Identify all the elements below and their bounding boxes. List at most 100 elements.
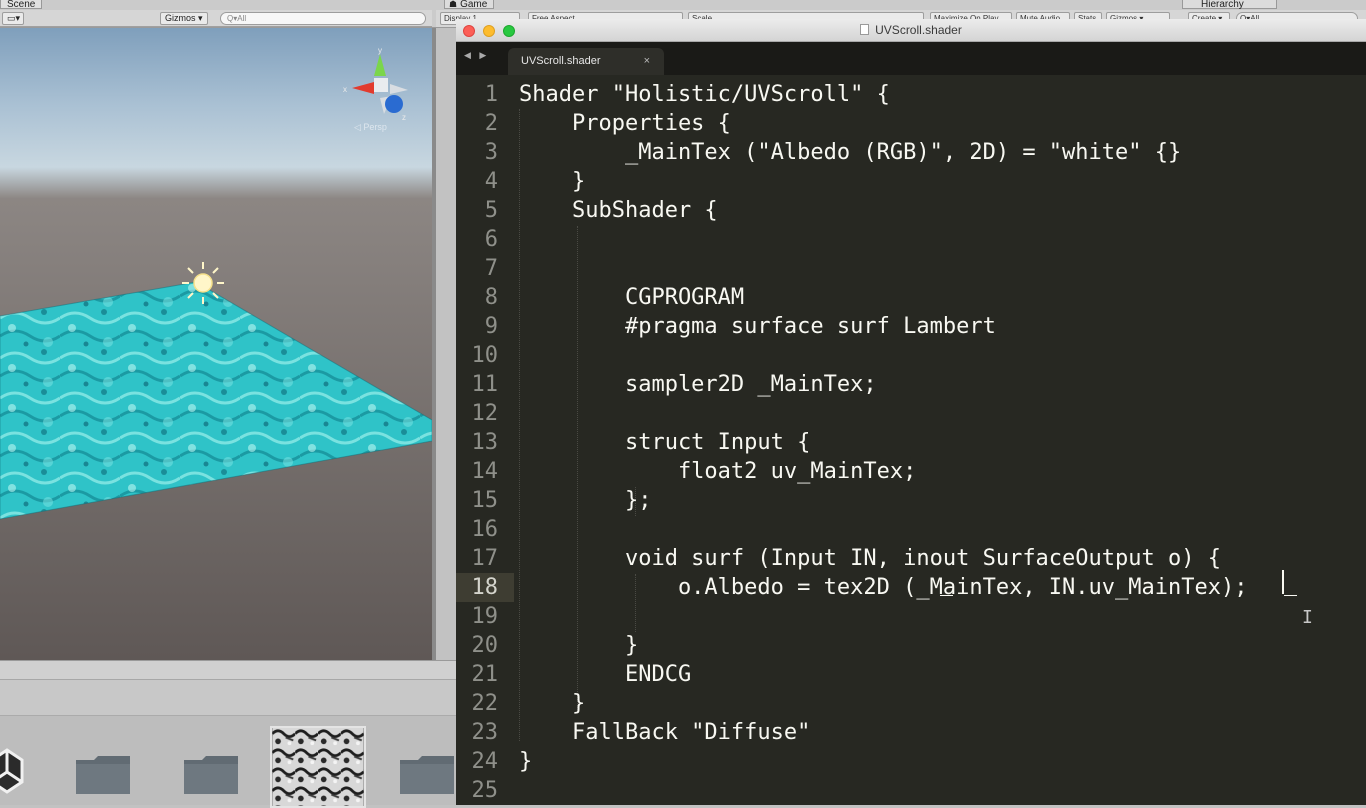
code-line[interactable]: 6 (456, 225, 1366, 254)
code-line[interactable]: 17 void surf (Input IN, inout SurfaceOut… (456, 544, 1366, 573)
code-line[interactable]: 19 (456, 602, 1366, 631)
line-number: 12 (471, 401, 499, 426)
code-editor-window: UVScroll.shader ◀ ▶ UVScroll.shader × I … (456, 19, 1366, 805)
line-number: 23 (471, 720, 499, 745)
tab-game-label: Game (460, 0, 488, 10)
axis-label-y: y (378, 46, 382, 55)
line-number: 25 (471, 778, 499, 803)
line-number: 13 (471, 430, 499, 455)
document-icon (860, 24, 870, 35)
line-number: 16 (471, 517, 499, 542)
code-line-text: o.Albedo = tex2D (_MainTex, IN.uv_MainTe… (519, 575, 1248, 600)
code-line-text: Properties { (519, 111, 731, 136)
game-controller-icon: ☗ (449, 0, 458, 9)
view-mode-label[interactable]: ◁ Persp (354, 122, 387, 133)
orientation-gizmo[interactable]: y x z (340, 46, 420, 126)
line-number: 4 (484, 169, 498, 194)
code-line[interactable]: 1 Shader "Holistic/UVScroll" { (456, 80, 1366, 109)
line-number: 8 (484, 285, 498, 310)
code-line[interactable]: 18 o.Albedo = tex2D (_MainTex, IN.uv_Mai… (456, 573, 1366, 602)
code-line-text: struct Input { (519, 430, 811, 455)
code-line-text: ENDCG (519, 662, 692, 687)
window-title-text: UVScroll.shader (875, 23, 962, 37)
code-line[interactable]: 8 CGPROGRAM (456, 283, 1366, 312)
x-axis-handle (352, 82, 374, 94)
line-number: 5 (484, 198, 498, 223)
code-line-text: } (519, 691, 586, 716)
code-line-text: float2 uv_MainTex; (519, 459, 917, 484)
line-number: 14 (471, 459, 499, 484)
tab-hierarchy[interactable]: Hierarchy (1182, 0, 1277, 10)
scene-toolbar: ▭▾ Gizmos ▾ Q▾All (0, 10, 432, 27)
tab-game[interactable]: ☗ Game (444, 0, 495, 10)
code-line-text: CGPROGRAM (519, 285, 745, 310)
line-number: 3 (484, 140, 498, 165)
project-panel-toolbar (0, 680, 456, 716)
code-line-text: FallBack "Diffuse" (519, 720, 811, 745)
line-number: 18 (471, 575, 499, 600)
code-line-text: _MainTex ("Albedo (RGB)", 2D) = "white" … (519, 140, 1182, 165)
code-text-area[interactable]: I 1 Shader "Holistic/UVScroll" {2 Propert… (456, 75, 1366, 805)
code-line[interactable]: 2 Properties { (456, 109, 1366, 138)
folder-icon[interactable] (182, 754, 240, 796)
line-number: 11 (471, 372, 499, 397)
scene-search-input[interactable]: Q▾All (220, 12, 426, 25)
gizmos-dropdown[interactable]: Gizmos ▾ (160, 12, 208, 25)
code-line[interactable]: 15 }; (456, 486, 1366, 515)
panel-splitter[interactable] (432, 28, 436, 660)
folder-icon[interactable] (74, 754, 132, 796)
code-line[interactable]: 14 float2 uv_MainTex; (456, 457, 1366, 486)
window-title: UVScroll.shader (456, 19, 1366, 42)
axis-label-x: x (343, 85, 347, 94)
code-line[interactable]: 4 } (456, 167, 1366, 196)
code-line-text: sampler2D _MainTex; (519, 372, 877, 397)
code-line-text: } (519, 169, 586, 194)
code-line[interactable]: 11 sampler2D _MainTex; (456, 370, 1366, 399)
code-line[interactable]: 7 (456, 254, 1366, 283)
editor-tab-bar: ◀ ▶ UVScroll.shader × (456, 42, 1366, 75)
line-number: 10 (471, 343, 499, 368)
texture-thumbnail[interactable] (270, 726, 366, 808)
draw-mode-dropdown[interactable]: ▭▾ (2, 12, 24, 25)
z-axis-handle (385, 95, 403, 113)
code-line[interactable]: 9 #pragma surface surf Lambert (456, 312, 1366, 341)
tab-scene[interactable]: Scene (0, 0, 43, 10)
code-line[interactable]: 25 (456, 776, 1366, 805)
axis-label-z: z (402, 113, 406, 122)
tab-nav-arrows-icon[interactable]: ◀ ▶ (464, 50, 489, 61)
unity-scene-asset-icon[interactable] (0, 746, 26, 796)
code-line[interactable]: 16 (456, 515, 1366, 544)
code-line[interactable]: 21 ENDCG (456, 660, 1366, 689)
folder-icon[interactable] (398, 754, 456, 796)
line-number: 15 (471, 488, 499, 513)
tab-uvscroll-shader[interactable]: UVScroll.shader × (508, 48, 664, 75)
code-line[interactable]: 5 SubShader { (456, 196, 1366, 225)
line-number: 6 (484, 227, 498, 252)
code-line-text: }; (519, 488, 652, 513)
code-line[interactable]: 20 } (456, 631, 1366, 660)
line-number: 22 (471, 691, 499, 716)
code-line-text: } (519, 633, 639, 658)
code-line[interactable]: 23 FallBack "Diffuse" (456, 718, 1366, 747)
code-line-text: SubShader { (519, 198, 718, 223)
close-tab-icon[interactable]: × (644, 48, 650, 75)
code-line[interactable]: 10 (456, 341, 1366, 370)
line-number: 20 (471, 633, 499, 658)
code-line[interactable]: 24} (456, 747, 1366, 776)
tab-label: UVScroll.shader (521, 55, 601, 67)
scene-view[interactable]: y x z ◁ Persp (0, 28, 432, 660)
code-line[interactable]: 13 struct Input { (456, 428, 1366, 457)
code-line-text: } (519, 749, 533, 774)
code-line[interactable]: 12 (456, 399, 1366, 428)
y-axis-handle (374, 54, 386, 76)
project-assets-grid (0, 716, 456, 808)
editor-title-bar: UVScroll.shader (456, 19, 1366, 42)
directional-light-icon[interactable] (180, 260, 226, 306)
code-line-text: #pragma surface surf Lambert (519, 314, 996, 339)
line-number: 2 (484, 111, 498, 136)
line-number: 1 (484, 82, 498, 107)
code-line[interactable]: 22 } (456, 689, 1366, 718)
line-number: 24 (471, 749, 499, 774)
line-number: 19 (471, 604, 499, 629)
code-line[interactable]: 3 _MainTex ("Albedo (RGB)", 2D) = "white… (456, 138, 1366, 167)
